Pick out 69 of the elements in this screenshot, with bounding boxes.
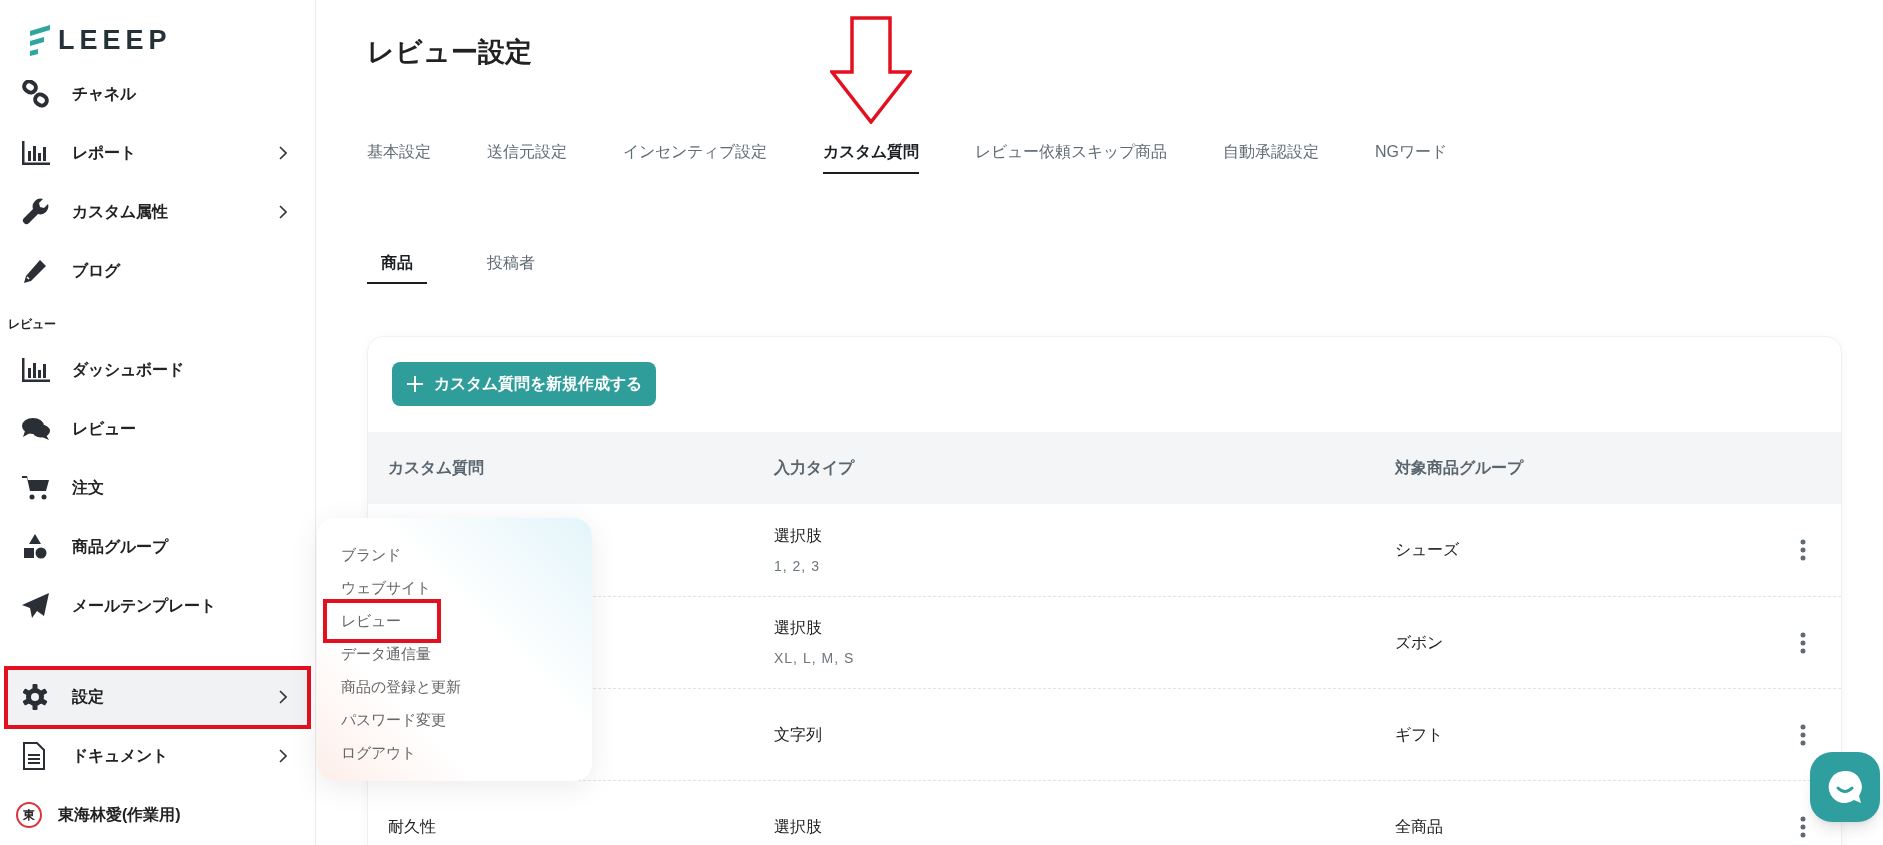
menu-item[interactable]: ブランド [337, 538, 405, 571]
page-title: レビュー設定 [367, 36, 533, 69]
sidebar-item[interactable]: レポート [6, 123, 309, 183]
sidebar-item[interactable]: レビュー [6, 399, 309, 459]
tab[interactable]: 自動承認設定 [1223, 134, 1319, 174]
table-cell: 耐久性 [388, 817, 436, 835]
menu-item[interactable]: ログアウト [337, 736, 420, 769]
table-cell: ズボン [1395, 633, 1443, 651]
section-heading: レビュー [7, 315, 57, 333]
table-cell: ギフト [1395, 725, 1443, 743]
menu-item[interactable]: パスワード変更 [337, 703, 450, 736]
more-options-icon[interactable] [1799, 631, 1807, 654]
chevron-right-icon [279, 690, 287, 705]
chevron-right-icon [279, 146, 287, 161]
more-options-icon[interactable] [1799, 723, 1807, 746]
chevron-right-icon [279, 205, 287, 220]
gear-icon [22, 684, 48, 711]
sidebar-item[interactable]: メールテンプレート [6, 576, 309, 636]
sidebar-item[interactable]: チャネル [6, 64, 309, 124]
sidebar-item[interactable]: ブログ [6, 241, 309, 301]
bar-chart-icon [22, 357, 50, 382]
sidebar-item[interactable]: ダッシュボード [6, 340, 309, 400]
table-cell-text: 文字列 [774, 724, 822, 745]
table-cell: 全商品 [1395, 817, 1443, 835]
tab[interactable]: 送信元設定 [487, 134, 567, 174]
column-header: 入力タイプ [774, 459, 854, 476]
menu-item[interactable]: データ通信量 [337, 637, 435, 670]
option-list: XL, L, M, S [774, 648, 855, 669]
sub-tab[interactable]: 投稿者 [481, 244, 541, 284]
menu-item[interactable]: 商品の登録と更新 [337, 670, 465, 703]
more-options-icon[interactable] [1799, 539, 1807, 561]
option-list: 1, 2, 3 [774, 555, 820, 577]
tab[interactable]: NGワード [1375, 134, 1447, 174]
column-header: カスタム質問 [388, 459, 484, 476]
user-name: 東海林愛(作業用) [58, 805, 181, 826]
create-button[interactable]: カスタム質問を新規作成する [392, 362, 656, 406]
wrench-icon [22, 198, 50, 227]
table-cell-text: 選択肢 [774, 525, 822, 546]
tab[interactable]: カスタム質問 [823, 134, 919, 174]
shapes-icon [22, 534, 48, 561]
chat-button[interactable] [1810, 752, 1880, 822]
logo-text: LEEEP [58, 24, 172, 57]
sidebar-item[interactable]: 商品グループ [6, 517, 309, 577]
shopping-cart-icon [22, 475, 50, 502]
sidebar-item[interactable]: 設定 [6, 667, 309, 727]
table-cell-text: 選択肢 [774, 618, 822, 638]
menu-item[interactable]: レビュー [337, 604, 405, 637]
speech-bubbles-icon [22, 417, 50, 441]
pencil-icon [22, 258, 48, 285]
paper-plane-icon [22, 593, 50, 620]
table-cell-text: 選択肢 [774, 816, 822, 837]
column-header: 対象商品グループ [1395, 459, 1523, 476]
more-options-icon[interactable] [1799, 815, 1807, 838]
plus-icon [406, 375, 424, 393]
sub-tab[interactable]: 商品 [367, 244, 427, 284]
bar-chart-icon [22, 141, 50, 166]
document-icon [22, 742, 46, 771]
menu-item[interactable]: ウェブサイト [337, 571, 435, 604]
chevron-right-icon [279, 749, 287, 764]
sidebar-item[interactable]: ドキュメント [6, 726, 309, 786]
avatar: 東 [16, 802, 42, 829]
table-cell: シューズ [1395, 541, 1459, 558]
chain-link-icon [22, 80, 50, 109]
tab[interactable]: レビュー依頼スキップ商品 [975, 134, 1167, 174]
sidebar-item[interactable]: カスタム属性 [6, 182, 309, 242]
tab[interactable]: 基本設定 [367, 134, 431, 174]
tab[interactable]: インセンティブ設定 [623, 134, 767, 174]
logo-mark-icon [28, 23, 52, 58]
sidebar-item[interactable]: 注文 [6, 458, 309, 518]
